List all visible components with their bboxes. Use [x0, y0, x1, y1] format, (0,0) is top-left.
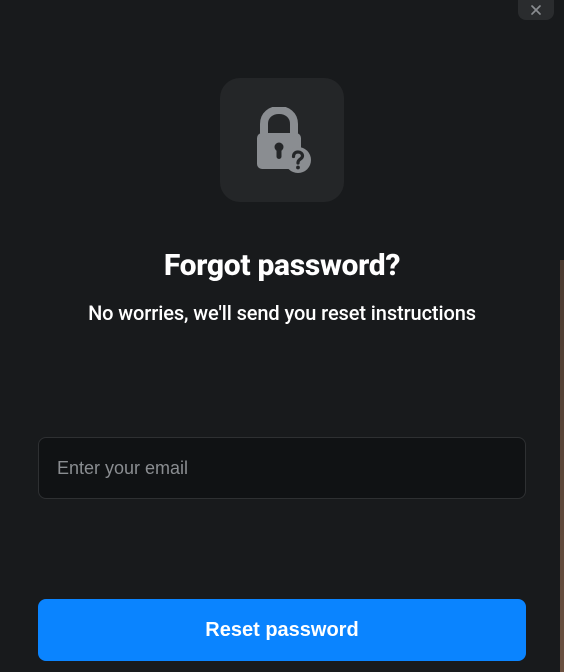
reset-password-button[interactable]: Reset password: [38, 599, 526, 661]
lock-icon-container: [220, 78, 344, 202]
right-edge-decoration: [560, 260, 564, 672]
forgot-password-panel: Forgot password? No worries, we'll send …: [0, 0, 564, 661]
close-icon: [528, 2, 544, 18]
email-field[interactable]: [38, 437, 526, 499]
page-title: Forgot password?: [164, 248, 400, 283]
page-subtitle: No worries, we'll send you reset instruc…: [88, 301, 476, 325]
close-button[interactable]: [518, 0, 554, 20]
lock-question-icon: [251, 107, 313, 173]
